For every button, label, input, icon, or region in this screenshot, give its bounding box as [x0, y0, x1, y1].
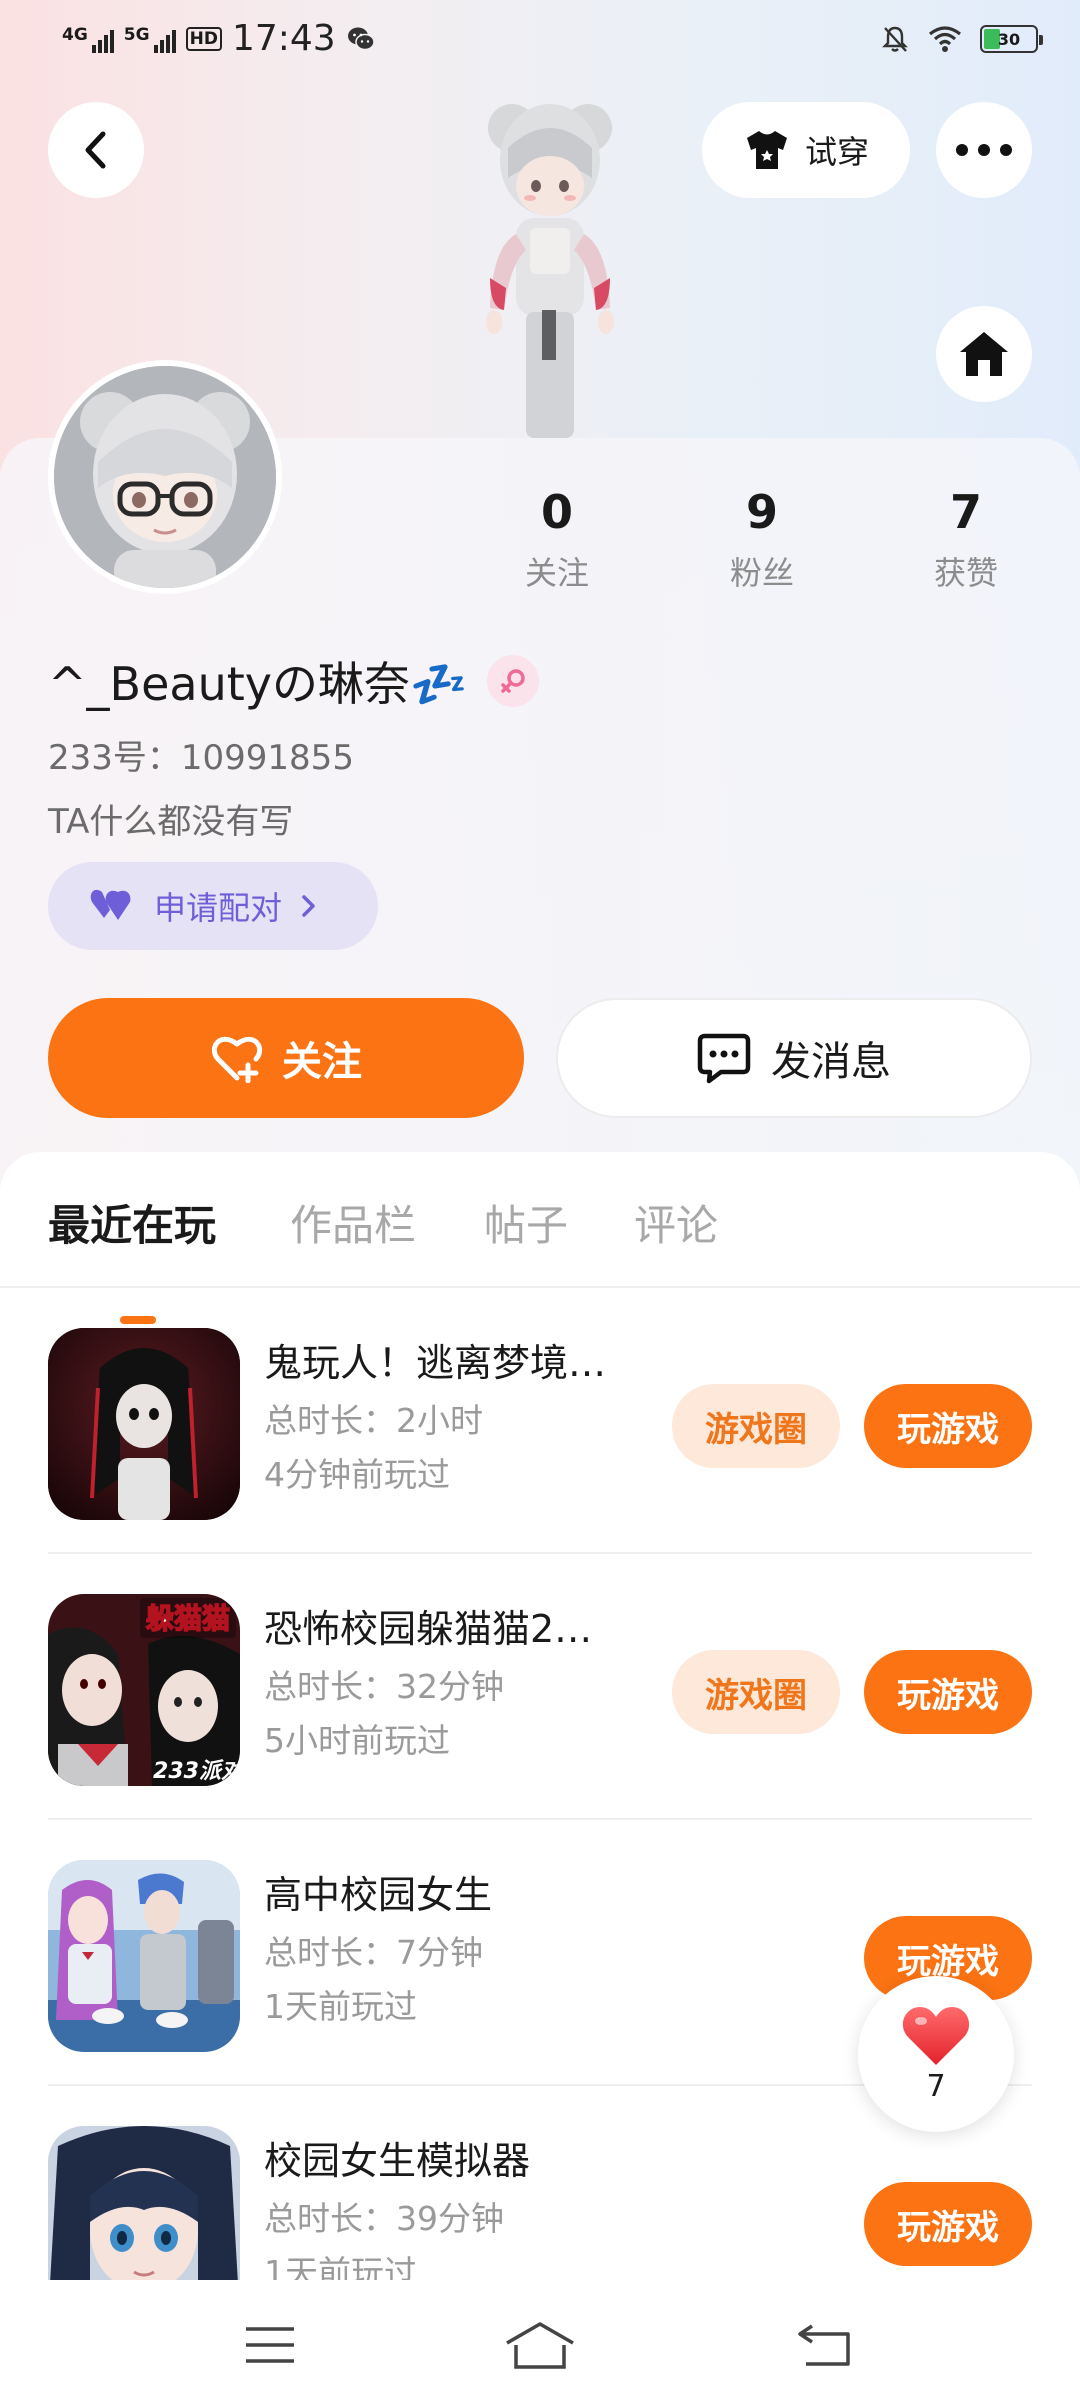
game-title: 校园女生模拟器 — [264, 2139, 531, 2183]
heart-plus-icon — [211, 1036, 263, 1083]
home-outline-icon — [506, 2322, 574, 2369]
female-gender-icon — [487, 655, 540, 707]
game-icon[interactable] — [48, 1328, 240, 1520]
tab-posts[interactable]: 帖子 — [484, 1192, 568, 1253]
following-count: 0 — [540, 485, 573, 539]
chevron-left-icon — [85, 131, 106, 169]
avatar[interactable] — [48, 360, 282, 594]
chevron-right-icon — [302, 895, 315, 917]
house-icon — [960, 332, 1008, 376]
status-left: 4G 5G HD 17:43 — [62, 18, 376, 59]
game-last-played: 4分钟前玩过 — [264, 1455, 450, 1494]
wifi-icon — [929, 26, 961, 52]
tshirt-icon — [746, 131, 787, 169]
avatar-image — [54, 366, 276, 588]
tab-recently-played[interactable]: 最近在玩 — [48, 1192, 216, 1253]
send-message-button[interactable]: 发消息 — [556, 998, 1032, 1118]
network-4g-label: 4G — [62, 24, 88, 45]
pair-request-label: 申请配对 — [154, 889, 283, 927]
user-bio: TA什么都没有写 — [48, 802, 294, 842]
game-circle-button[interactable]: 游戏圈 — [672, 1650, 840, 1734]
menu-icon — [246, 2327, 294, 2363]
play-game-button[interactable]: 玩游戏 — [864, 2182, 1032, 2266]
system-nav-bar — [0, 2280, 1080, 2408]
tab-comments[interactable]: 评论 — [634, 1192, 718, 1253]
game-duration: 总时长：32分钟 — [264, 1667, 504, 1706]
status-right: 30 — [880, 24, 1043, 54]
like-count: 7 — [926, 2068, 946, 2104]
chat-bubble-icon — [697, 1033, 751, 1084]
profile-page: 4G 5G HD 17:43 30 试穿 0 关注 9 粉丝 7 获赞 ^_Be… — [0, 0, 1080, 2408]
game-circle-button[interactable]: 游戏圈 — [672, 1384, 840, 1468]
tab-bar: 最近在玩 作品栏 帖子 评论 — [0, 1192, 1080, 1324]
game-cover-title: 躲猫猫 — [146, 1602, 230, 1635]
follow-label: 关注 — [282, 1039, 362, 1085]
game-duration: 总时长：7分钟 — [264, 1933, 483, 1972]
game-duration: 总时长：39分钟 — [264, 2199, 504, 2238]
fans-label: 粉丝 — [729, 554, 794, 592]
status-bar: 4G 5G HD 17:43 30 — [0, 0, 1080, 80]
game-title: 鬼玩人！逃离梦境… — [264, 1341, 607, 1385]
try-on-label: 试穿 — [804, 133, 869, 171]
fans-count: 9 — [745, 485, 778, 539]
play-game-button[interactable]: 玩游戏 — [864, 1384, 1032, 1468]
game-cover-image — [48, 2126, 240, 2286]
nav-home-button[interactable] — [500, 2310, 580, 2380]
signal-5g-icon: 5G — [124, 25, 176, 53]
game-cover-image — [48, 1860, 240, 2052]
home-button[interactable] — [936, 306, 1032, 402]
battery-level: 30 — [997, 29, 1021, 49]
tab-works[interactable]: 作品栏 — [290, 1192, 416, 1253]
game-title: 高中校园女生 — [264, 1873, 493, 1917]
mute-bell-icon — [882, 26, 908, 52]
nav-back-button[interactable] — [784, 2310, 864, 2380]
try-on-button[interactable]: 试穿 — [702, 102, 910, 198]
game-icon[interactable]: 躲猫猫 233派对 — [48, 1594, 240, 1786]
back-button[interactable] — [48, 102, 144, 198]
signal-4g-icon: 4G — [62, 25, 114, 53]
game-list-item[interactable]: 鬼玩人！逃离梦境… 总时长：2小时 4分钟前玩过 游戏圈 玩游戏 — [0, 1288, 1080, 1554]
battery-icon: 30 — [980, 25, 1043, 53]
game-title: 恐怖校园躲猫猫2… — [264, 1607, 593, 1651]
following-stat[interactable]: 0 关注 — [487, 484, 627, 594]
follow-button[interactable]: 关注 — [48, 998, 524, 1118]
wechat-icon — [347, 27, 375, 50]
content-panel: 最近在玩 作品栏 帖子 评论 鬼玩人！逃离梦境… 总时长：2小时 4分钟前玩过 … — [0, 1152, 1080, 2408]
send-message-label: 发消息 — [771, 1039, 891, 1085]
following-label: 关注 — [524, 554, 589, 592]
like-float-button[interactable]: 7 — [858, 1976, 1014, 2132]
user-name: ^_Beautyの琳奈💤 — [48, 657, 468, 711]
more-dots-icon — [956, 144, 1012, 156]
fans-stat[interactable]: 9 粉丝 — [692, 484, 832, 594]
likes-stat[interactable]: 7 获赞 — [896, 484, 1036, 594]
network-5g-label: 5G — [123, 24, 150, 45]
status-time: 17:43 — [231, 18, 336, 59]
game-duration: 总时长：2小时 — [264, 1401, 483, 1440]
likes-count: 7 — [949, 485, 982, 539]
hd-voice-icon: HD — [185, 26, 222, 51]
game-cover-image — [48, 1328, 240, 1520]
name-row: ^_Beautyの琳奈💤 — [48, 648, 540, 714]
likes-label: 获赞 — [933, 554, 998, 592]
game-last-played: 1天前玩过 — [264, 1987, 417, 2026]
more-button[interactable] — [936, 102, 1032, 198]
game-cover-corner-label: 233派对 — [153, 1759, 240, 1784]
double-heart-icon — [90, 889, 131, 920]
nav-menu-button[interactable] — [230, 2310, 310, 2380]
game-icon[interactable] — [48, 2126, 240, 2286]
game-list-item[interactable]: 躲猫猫 233派对 恐怖校园躲猫猫2… 总时长：32分钟 5小时前玩过 游戏圈 … — [0, 1554, 1080, 1820]
game-cover-image: 躲猫猫 233派对 — [48, 1594, 240, 1786]
pair-request-button[interactable]: 申请配对 — [48, 862, 378, 950]
heart-icon — [902, 2006, 970, 2065]
game-last-played: 5小时前玩过 — [264, 1721, 450, 1760]
play-game-button[interactable]: 玩游戏 — [864, 1650, 1032, 1734]
user-id: 233号：10991855 — [48, 738, 354, 778]
back-arrow-icon — [798, 2324, 850, 2366]
game-icon[interactable] — [48, 1860, 240, 2052]
avatar-3d-figure — [486, 104, 614, 438]
